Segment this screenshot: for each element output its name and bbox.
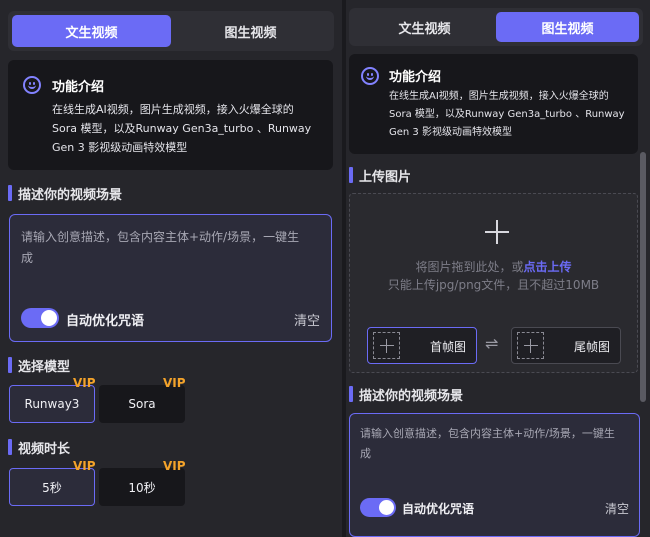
intro-line: Sora 模型，以及Runway Gen3a_turbo 、Runway	[389, 109, 625, 120]
mode-tabs: 文生视频 图生视频	[349, 8, 643, 46]
smile-icon	[361, 67, 379, 85]
prompt-input[interactable]: 请输入创意描述，包含内容主体+动作/场景，一键生 成 自动优化咒语 清空	[349, 413, 640, 537]
toggle-knob	[379, 500, 394, 515]
plus-icon	[485, 220, 509, 244]
clear-button[interactable]: 清空	[605, 500, 629, 517]
vip-badge: VIP	[163, 459, 186, 473]
last-frame-label: 尾帧图	[573, 340, 610, 354]
intro-line: Gen 3 影视级动画特效模型	[52, 141, 188, 154]
mode-tabs: 文生视频 图生视频	[8, 11, 334, 51]
last-frame-button[interactable]: 尾帧图	[511, 327, 621, 364]
model-option-sora[interactable]: Sora	[99, 385, 185, 423]
panel-scrollbar[interactable]	[640, 152, 646, 402]
prompt-placeholder: 请输入创意描述，包含内容主体+动作/场景，一键生 成	[21, 230, 300, 265]
tab-text-to-video[interactable]: 文生视频	[353, 12, 496, 42]
vip-badge: VIP	[73, 459, 96, 473]
auto-optimize-toggle[interactable]	[360, 498, 396, 517]
auto-optimize-toggle[interactable]	[21, 308, 59, 328]
duration-section-title: 视频时长	[8, 438, 70, 457]
prompt-section-title: 描述你的视频场景	[349, 385, 463, 404]
feature-intro-card: 功能介绍 在线生成AI视频，图片生成视频，接入火爆全球的 Sora 模型，以及R…	[8, 60, 333, 170]
add-image-icon	[373, 332, 400, 359]
first-frame-label: 首帧图	[429, 340, 466, 354]
tab-image-to-video[interactable]: 图生视频	[496, 12, 639, 42]
prompt-placeholder: 请输入创意描述，包含内容主体+动作/场景，一键生 成	[360, 427, 615, 460]
intro-title: 功能介绍	[389, 70, 442, 85]
toggle-knob	[41, 310, 57, 326]
intro-line: 在线生成AI视频，图片生成视频，接入火爆全球的	[52, 103, 294, 116]
clear-button[interactable]: 清空	[294, 310, 320, 329]
upload-section-title: 上传图片	[349, 166, 411, 185]
click-upload-link[interactable]: 点击上传	[524, 260, 572, 274]
model-section-title: 选择模型	[8, 356, 70, 375]
feature-intro-card: 功能介绍 在线生成AI视频，图片生成视频，接入火爆全球的 Sora 模型，以及R…	[349, 54, 638, 154]
add-image-icon	[517, 332, 544, 359]
image-upload-dropzone[interactable]: 将图片拖到此处，或点击上传 只能上传jpg/png文件，且不超过10MB 首帧图…	[349, 193, 638, 373]
auto-optimize-label: 自动优化咒语	[402, 502, 475, 516]
auto-optimize-label: 自动优化咒语	[66, 314, 145, 329]
tab-image-to-video[interactable]: 图生视频	[171, 15, 330, 47]
intro-line: 在线生成AI视频，图片生成视频，接入火爆全球的	[389, 91, 609, 102]
left-panel-text-to-video: 文生视频 图生视频 功能介绍 在线生成AI视频，图片生成视频，接入火爆全球的 S…	[0, 0, 342, 537]
intro-line: Sora 模型，以及Runway Gen3a_turbo 、Runway	[52, 122, 312, 135]
intro-title: 功能介绍	[52, 80, 105, 95]
intro-description: 在线生成AI视频，图片生成视频，接入火爆全球的 Sora 模型，以及Runway…	[389, 88, 635, 142]
prompt-section-title: 描述你的视频场景	[8, 184, 122, 203]
prompt-input[interactable]: 请输入创意描述，包含内容主体+动作/场景，一键生 成 自动优化咒语 清空	[9, 214, 332, 342]
model-option-runway3[interactable]: Runway3	[9, 385, 95, 423]
smile-icon	[23, 76, 41, 94]
intro-line: Gen 3 影视级动画特效模型	[389, 127, 512, 138]
vip-badge: VIP	[163, 376, 186, 390]
first-frame-button[interactable]: 首帧图	[367, 327, 477, 364]
upload-hint: 将图片拖到此处，或点击上传	[415, 260, 572, 274]
upload-limit: 只能上传jpg/png文件，且不超过10MB	[387, 278, 600, 292]
intro-description: 在线生成AI视频，图片生成视频，接入火爆全球的 Sora 模型，以及Runway…	[52, 100, 327, 157]
tab-text-to-video[interactable]: 文生视频	[12, 15, 171, 47]
duration-option-10s[interactable]: 10秒	[99, 468, 185, 506]
vip-badge: VIP	[73, 376, 96, 390]
swap-frames-icon[interactable]: ⇌	[485, 334, 498, 353]
duration-option-5s[interactable]: 5秒	[9, 468, 95, 506]
right-panel-image-to-video: 文生视频 图生视频 功能介绍 在线生成AI视频，图片生成视频，接入火爆全球的 S…	[346, 0, 650, 537]
